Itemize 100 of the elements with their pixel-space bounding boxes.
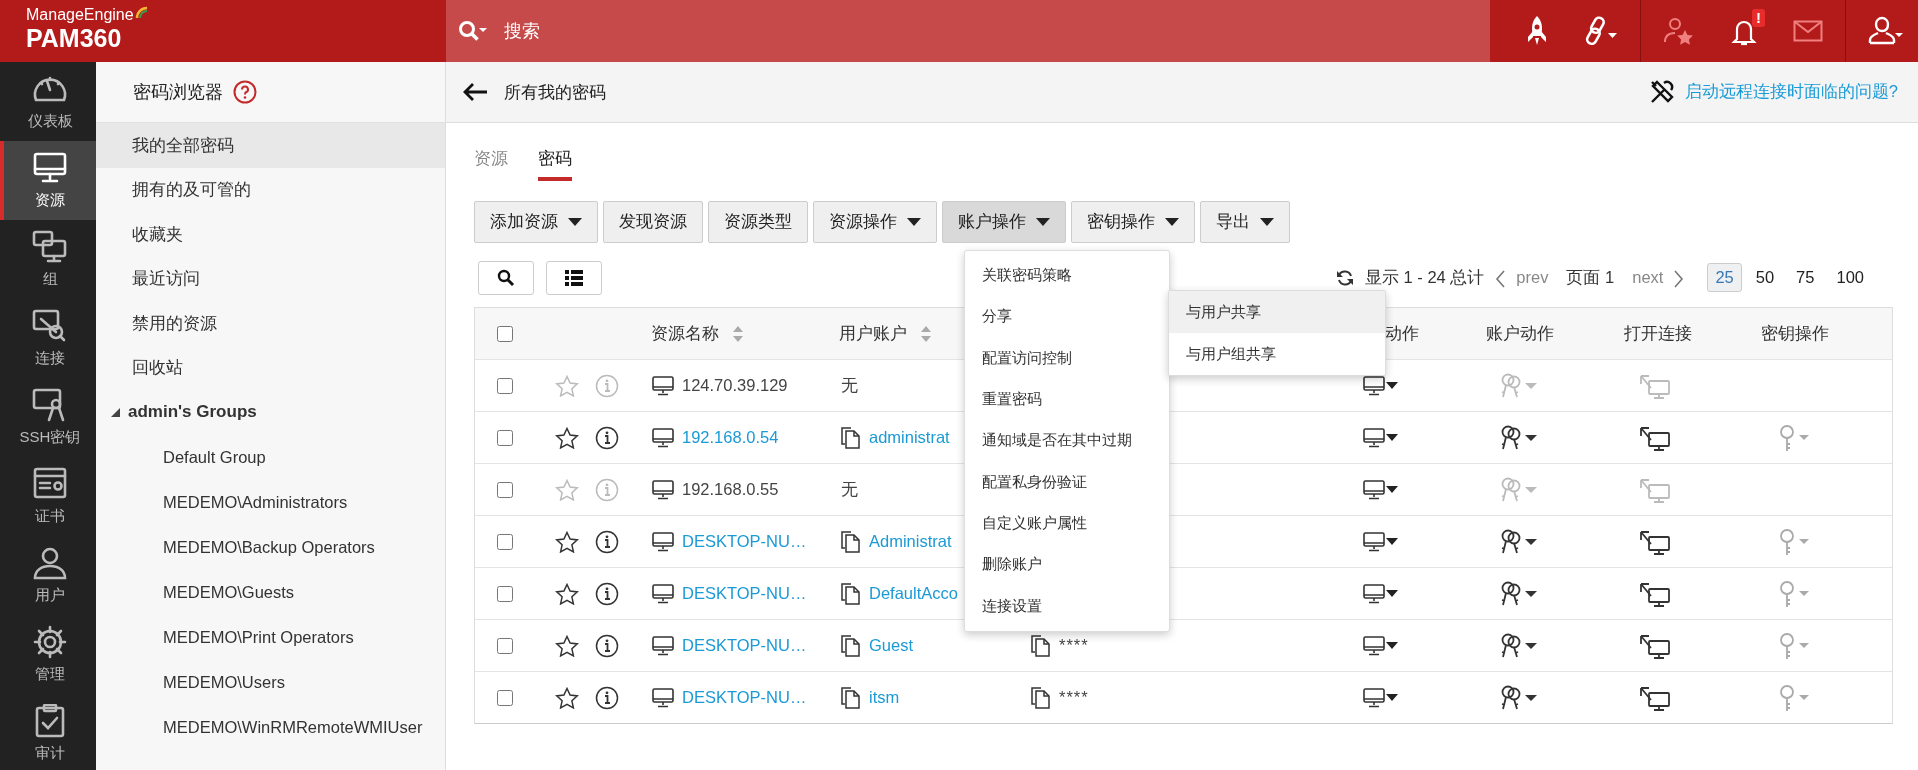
group-item[interactable]: MEDEMO\WinRMRemoteWMIUser: [96, 704, 445, 750]
prev-link[interactable]: prev: [1516, 268, 1549, 287]
star-icon[interactable]: [555, 634, 579, 657]
column-header[interactable]: 用户账户: [839, 322, 907, 345]
remote-screen-icon[interactable]: [1639, 580, 1671, 607]
toolbar-button[interactable]: 密钥操作: [1071, 201, 1195, 243]
keys-menu-icon[interactable]: [1499, 632, 1539, 659]
nav-item[interactable]: 组: [0, 220, 96, 299]
page-size-option[interactable]: 25: [1707, 263, 1742, 292]
refresh-icon[interactable]: [1334, 267, 1355, 288]
computer-menu-icon[interactable]: [1363, 531, 1398, 552]
nav-item[interactable]: 连接: [0, 299, 96, 378]
mail-icon[interactable]: [1793, 20, 1823, 42]
copy-icon[interactable]: [1031, 686, 1051, 709]
next-link[interactable]: next: [1632, 268, 1664, 287]
menu-item[interactable]: 自定义账户属性: [965, 502, 1169, 545]
toolbar-button[interactable]: 资源类型: [708, 201, 808, 243]
star-icon[interactable]: [555, 426, 579, 449]
row-checkbox[interactable]: [497, 637, 513, 654]
select-all-checkbox[interactable]: [497, 325, 513, 342]
sidebar-item[interactable]: 我的全部密码: [96, 123, 445, 168]
sidebar-item[interactable]: 禁用的资源: [96, 301, 445, 346]
search-button[interactable]: [478, 260, 534, 295]
keys-menu-icon[interactable]: [1499, 424, 1539, 451]
menu-item[interactable]: 通知域是否在其中过期: [965, 420, 1169, 462]
computer-menu-icon[interactable]: [1363, 375, 1398, 396]
group-item[interactable]: MEDEMO\Backup Operators: [96, 524, 445, 570]
group-item[interactable]: MEDEMO\Guests: [96, 569, 445, 615]
menu-item[interactable]: 关联密码策略: [965, 255, 1169, 297]
group-item[interactable]: MEDEMO\Print Operators: [96, 614, 445, 660]
sidebar-item[interactable]: 拥有的及可管的: [96, 167, 445, 212]
remote-screen-icon[interactable]: [1639, 424, 1671, 451]
copy-icon[interactable]: [841, 582, 861, 605]
remote-screen-icon[interactable]: [1639, 684, 1671, 711]
nav-item[interactable]: 证书: [0, 457, 96, 536]
menu-item[interactable]: 重置密码: [965, 378, 1169, 421]
computer-menu-icon[interactable]: [1363, 427, 1398, 448]
copy-icon[interactable]: [841, 686, 861, 709]
star-icon[interactable]: [555, 530, 579, 553]
link-icon[interactable]: [1584, 15, 1618, 47]
back-arrow-icon[interactable]: [462, 82, 488, 102]
column-header[interactable]: 资源名称: [651, 322, 719, 345]
sidebar-item[interactable]: 收藏夹: [96, 212, 445, 257]
info-icon[interactable]: [595, 425, 619, 450]
info-icon[interactable]: [595, 685, 619, 710]
row-checkbox[interactable]: [497, 689, 513, 706]
keys-menu-icon[interactable]: [1499, 528, 1539, 555]
user-star-icon[interactable]: [1663, 16, 1695, 46]
nav-item[interactable]: 仪表板: [0, 62, 96, 141]
nav-item[interactable]: 资源: [0, 141, 96, 220]
nav-item[interactable]: 审计: [0, 694, 96, 770]
menu-item[interactable]: 与用户组共享: [1169, 333, 1385, 375]
row-checkbox[interactable]: [497, 585, 513, 602]
group-item[interactable]: MEDEMO\Administrators: [96, 479, 445, 525]
page-size-option[interactable]: 75: [1788, 263, 1823, 292]
sidebar-item[interactable]: 回收站: [96, 345, 445, 390]
tab[interactable]: 密码: [538, 147, 572, 181]
row-checkbox[interactable]: [497, 533, 513, 550]
menu-item[interactable]: 分享: [965, 296, 1169, 338]
toolbar-button[interactable]: 导出: [1200, 201, 1290, 243]
expand-caret-icon[interactable]: [111, 407, 120, 417]
nav-item[interactable]: 用户: [0, 536, 96, 615]
menu-item[interactable]: 配置私身份验证: [965, 461, 1169, 503]
star-icon[interactable]: [555, 686, 579, 709]
menu-item[interactable]: 与用户共享: [1169, 291, 1385, 333]
computer-menu-icon[interactable]: [1363, 635, 1398, 656]
copy-icon[interactable]: [1031, 634, 1051, 657]
nav-item[interactable]: 管理: [0, 615, 96, 694]
nav-item[interactable]: SSH密钥: [0, 378, 96, 457]
info-icon[interactable]: [595, 581, 619, 606]
sidebar-item[interactable]: 最近访问: [96, 256, 445, 301]
toolbar-button[interactable]: 资源操作: [813, 201, 937, 243]
menu-item[interactable]: 删除账户: [965, 544, 1169, 586]
user-icon[interactable]: [1868, 16, 1904, 46]
toolbar-button[interactable]: 发现资源: [603, 201, 703, 243]
tab[interactable]: 资源: [474, 147, 508, 181]
keys-menu-icon[interactable]: [1499, 684, 1539, 711]
copy-icon[interactable]: [841, 634, 861, 657]
keys-menu-icon[interactable]: [1499, 580, 1539, 607]
computer-menu-icon[interactable]: [1363, 479, 1398, 500]
group-item[interactable]: MEDEMO\Users: [96, 659, 445, 705]
remote-screen-icon[interactable]: [1639, 632, 1671, 659]
copy-icon[interactable]: [841, 426, 861, 449]
toolbar-button[interactable]: 账户操作: [942, 201, 1066, 243]
page-size-option[interactable]: 50: [1747, 263, 1783, 292]
info-icon[interactable]: [595, 529, 619, 554]
group-item[interactable]: Default Group: [96, 434, 445, 480]
star-icon[interactable]: [555, 582, 579, 605]
menu-item[interactable]: 连接设置: [965, 585, 1169, 627]
toolbar-button[interactable]: 添加资源: [474, 201, 598, 243]
computer-menu-icon[interactable]: [1363, 583, 1398, 604]
menu-item[interactable]: 配置访问控制: [965, 337, 1169, 379]
remote-screen-icon[interactable]: [1639, 528, 1671, 555]
copy-icon[interactable]: [841, 530, 861, 553]
group-heading[interactable]: admin's Groups: [128, 402, 257, 423]
page-size-option[interactable]: 100: [1828, 263, 1872, 292]
computer-menu-icon[interactable]: [1363, 687, 1398, 708]
info-icon[interactable]: [595, 633, 619, 658]
column-list-button[interactable]: [546, 260, 602, 295]
help-icon[interactable]: [233, 80, 257, 104]
